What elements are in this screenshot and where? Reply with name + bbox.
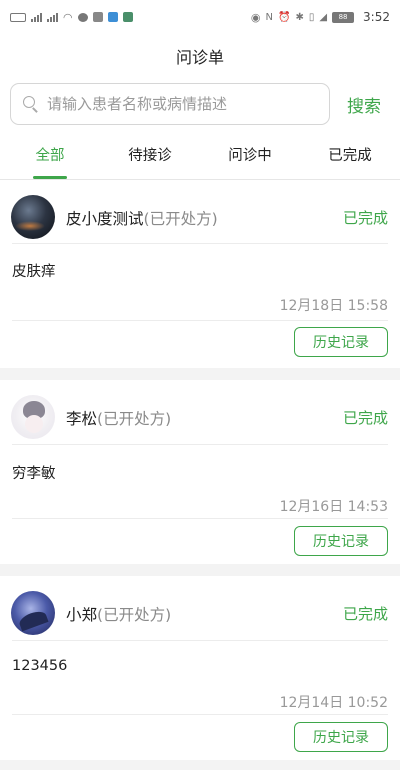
chat-icon — [77, 12, 88, 22]
search-row: 搜索 — [0, 78, 400, 134]
notification-icon — [92, 12, 103, 22]
consultation-card[interactable]: 皮小度测试(已开处方) 已完成 皮肤痒 12月18日 15:58 历史记录 — [0, 180, 400, 368]
search-icon — [23, 96, 39, 112]
history-button[interactable]: 历史记录 — [294, 327, 388, 357]
nfc-icon: N — [265, 11, 273, 23]
bottom-strip — [0, 770, 400, 780]
search-box[interactable] — [10, 83, 330, 125]
eye-icon: ◉ — [250, 10, 261, 24]
divider — [12, 320, 388, 321]
avatar — [11, 395, 55, 439]
divider — [12, 640, 388, 641]
status-bar-left: ◠ — [10, 11, 133, 24]
tab-in-consultation[interactable]: 问诊中 — [200, 134, 300, 179]
history-button[interactable]: 历史记录 — [294, 722, 388, 752]
consultation-time: 12月14日 10:52 — [279, 695, 388, 711]
patient-name: 小郑 — [66, 606, 98, 624]
page-header: 问诊单 — [0, 34, 400, 78]
tab-completed[interactable]: 已完成 — [300, 134, 400, 179]
illness-description: 123456 — [12, 658, 68, 674]
consultation-time: 12月18日 15:58 — [279, 298, 388, 314]
prescription-note: (已开处方) — [97, 606, 172, 624]
bluetooth-icon: ✱ — [295, 11, 304, 23]
battery-icon: 88 — [332, 11, 355, 23]
status-bar: ◠ ◉ N ⏰ ✱ ▯ ◢ 88 3:52 — [0, 0, 400, 34]
patient-name-line: 李松(已开处方) — [66, 407, 171, 429]
status-badge: 已完成 — [342, 605, 388, 623]
consultation-card[interactable]: 小郑(已开处方) 已完成 123456 12月14日 10:52 历史记录 — [0, 576, 400, 760]
tab-all[interactable]: 全部 — [0, 134, 100, 179]
avatar — [11, 591, 55, 635]
divider — [12, 243, 388, 244]
page-title: 问诊单 — [175, 48, 224, 67]
history-button[interactable]: 历史记录 — [294, 526, 388, 556]
patient-name-line: 皮小度测试(已开处方) — [66, 207, 218, 229]
consultation-time: 12月16日 14:53 — [279, 499, 388, 515]
hd-icon — [10, 12, 26, 22]
status-bar-right: ◉ N ⏰ ✱ ▯ ◢ 88 3:52 — [251, 10, 390, 24]
signal-2-icon — [47, 12, 58, 22]
illness-description: 穷李敏 — [12, 466, 56, 482]
status-badge: 已完成 — [342, 209, 388, 227]
patient-name: 李松 — [66, 410, 98, 428]
divider — [12, 518, 388, 519]
status-badge: 已完成 — [342, 409, 388, 427]
clock: 3:52 — [363, 10, 390, 24]
illness-description: 皮肤痒 — [12, 264, 56, 280]
prescription-note: (已开处方) — [97, 410, 172, 428]
consultation-card[interactable]: 李松(已开处方) 已完成 穷李敏 12月16日 14:53 历史记录 — [0, 380, 400, 564]
search-input[interactable] — [45, 94, 319, 114]
status-tabs: 全部 待接诊 问诊中 已完成 — [0, 134, 400, 180]
avatar — [11, 195, 55, 239]
patient-name: 皮小度测试 — [66, 210, 144, 228]
signal-icon — [31, 12, 42, 22]
consultation-list: 皮小度测试(已开处方) 已完成 皮肤痒 12月18日 15:58 历史记录 李松… — [0, 180, 400, 760]
search-button[interactable]: 搜索 — [336, 83, 392, 125]
tab-pending[interactable]: 待接诊 — [100, 134, 200, 179]
wifi-icon: ◠ — [63, 10, 73, 24]
alarm-icon: ⏰ — [277, 11, 291, 23]
patient-name-line: 小郑(已开处方) — [66, 603, 171, 625]
app-icon — [107, 12, 118, 22]
divider — [12, 714, 388, 715]
signal-3-icon: ◢ — [319, 11, 328, 23]
app-2-icon — [122, 12, 133, 22]
prescription-note: (已开处方) — [143, 210, 218, 228]
divider — [12, 444, 388, 445]
vibrate-icon: ▯ — [308, 11, 315, 23]
